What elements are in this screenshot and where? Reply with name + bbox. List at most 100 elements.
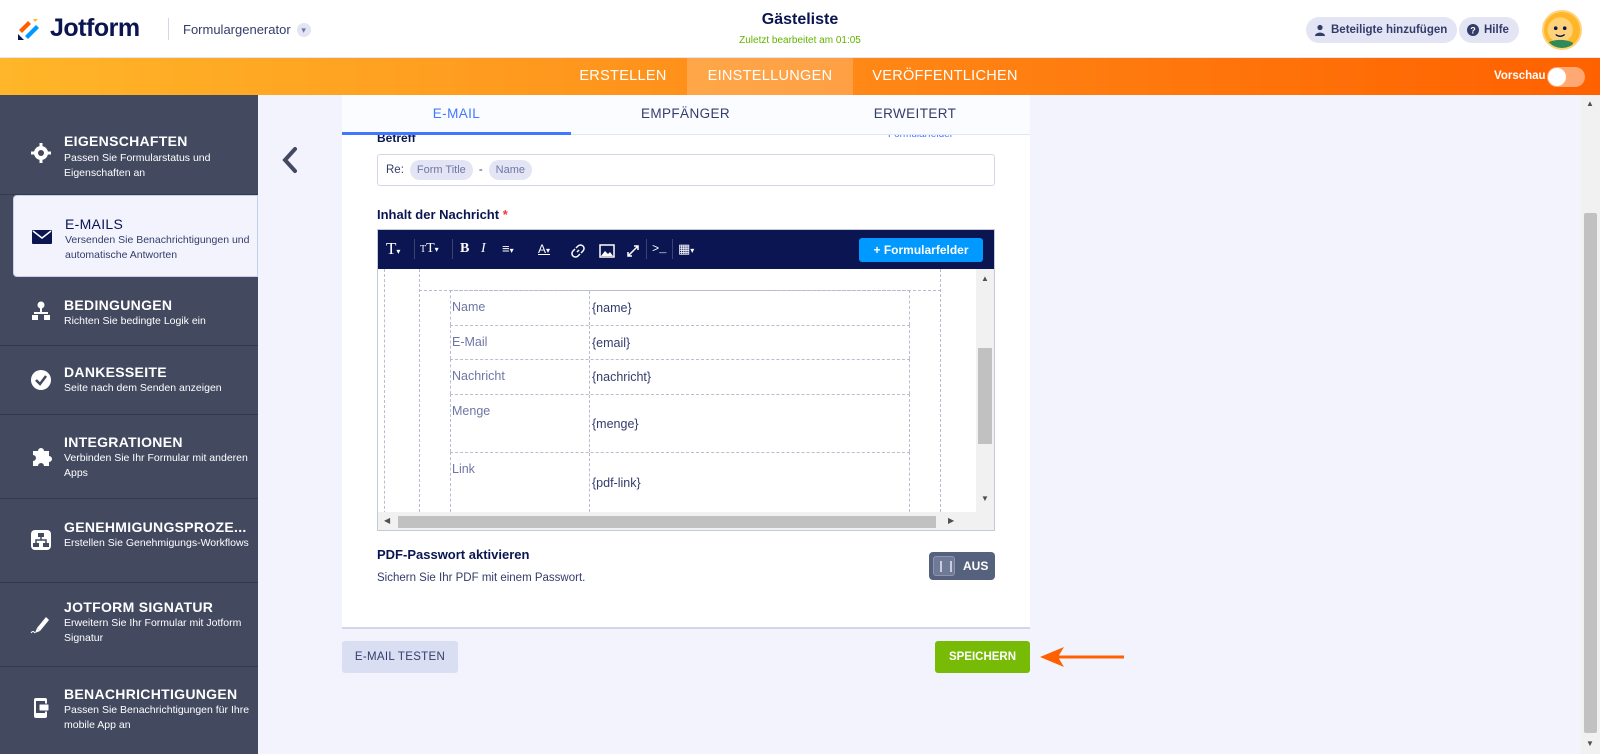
test-email-button[interactable]: E-MAIL TESTEN <box>342 641 458 673</box>
link-icon[interactable] <box>571 242 585 260</box>
user-icon <box>1315 24 1325 36</box>
name-tag[interactable]: Name <box>488 160 532 180</box>
insert-formfields-button[interactable]: + Formularfelder <box>859 238 983 262</box>
subject-separator: - <box>478 164 483 176</box>
scroll-right-icon[interactable]: ▶ <box>948 516 954 525</box>
sidebar-item-title: BENACHRICHTIGUNGEN <box>64 686 238 702</box>
tab-publish[interactable]: VERÖFFENTLICHEN <box>862 58 1028 95</box>
scroll-up-icon[interactable]: ▲ <box>981 274 989 283</box>
row-label: Menge <box>451 395 590 452</box>
email-settings-panel: E-MAIL EMPFÄNGER ERWEITERT Betreff Formu… <box>342 95 1030 629</box>
message-label: Inhalt der Nachricht * <box>377 207 508 222</box>
table-row[interactable]: Menge {menge} <box>450 394 910 452</box>
pdf-password-desc: Sichern Sie Ihr PDF mit einem Passwort. <box>377 572 586 584</box>
bold-icon[interactable]: B <box>460 240 469 258</box>
source-code-icon[interactable]: >_ <box>652 240 666 258</box>
tab-settings[interactable]: EINSTELLUNGEN <box>687 58 853 95</box>
sidebar-item-properties[interactable]: EIGENSCHAFTEN Passen Sie Formularstatus … <box>0 95 258 195</box>
help-icon: ? <box>1467 24 1479 36</box>
scrollbar-thumb[interactable] <box>398 516 936 528</box>
image-icon[interactable] <box>599 242 615 260</box>
sidebar-item-emails[interactable]: E-MAILS Versenden Sie Benachrichtigungen… <box>13 195 258 277</box>
sidebar-item-desc: Seite nach dem Senden anzeigen <box>64 382 222 394</box>
jotform-logo[interactable]: Jotform <box>16 14 140 43</box>
form-title-tag[interactable]: Form Title <box>409 160 473 180</box>
subject-input[interactable]: Re: Form Title - Name <box>377 154 995 186</box>
app-header: Jotform Formulargenerator ▾ Gästeliste Z… <box>0 0 1600 58</box>
row-value: {email} <box>592 335 631 350</box>
editor-content[interactable]: Name {name} E-Mail {email} Nachricht {na… <box>378 269 994 512</box>
pen-icon <box>30 617 49 634</box>
sidebar-item-integrations[interactable]: INTEGRATIONEN Verbinden Sie Ihr Formular… <box>0 415 258 499</box>
font-size-icon[interactable]: TT▾ <box>420 240 439 258</box>
toolbar-divider <box>452 239 453 259</box>
scrollbar-thumb[interactable] <box>978 348 992 444</box>
sidebar-item-notifications[interactable]: BENACHRICHTIGUNGEN Passen Sie Benachrich… <box>0 667 258 754</box>
help-button[interactable]: ? Hilfe <box>1459 17 1519 43</box>
toolbar-divider <box>646 239 647 259</box>
sidebar-item-conditions[interactable]: BEDINGUNGEN Richten Sie bedingte Logik e… <box>0 277 258 346</box>
sidebar-item-desc: Richten Sie bedingte Logik ein <box>64 315 206 327</box>
text-color-icon[interactable]: A▾ <box>538 240 550 258</box>
scroll-up-icon[interactable]: ▲ <box>1586 99 1594 108</box>
avatar[interactable] <box>1542 10 1582 50</box>
row-value: {menge} <box>592 416 639 431</box>
last-edited-status: Zuletzt bearbeitet am 01:05 <box>739 35 861 46</box>
scroll-down-icon[interactable]: ▼ <box>981 494 989 503</box>
mobile-icon <box>34 698 50 718</box>
pdf-password-toggle[interactable]: AUS <box>929 552 995 580</box>
toolbar-divider <box>414 239 415 259</box>
gear-icon <box>31 143 51 163</box>
table-icon[interactable]: ▦▾ <box>678 240 694 258</box>
form-builder-label: Formulargenerator <box>183 22 291 37</box>
message-editor[interactable]: T▾ TT▾ B I ≡▾ A▾ >_ ▦▾ + Formularfelder … <box>377 229 995 531</box>
sidebar-item-desc: Verbinden Sie Ihr Formular mit anderen A… <box>64 452 248 479</box>
row-label: Link <box>451 453 590 512</box>
subtab-email-active[interactable]: E-MAIL <box>342 95 571 135</box>
scroll-down-icon[interactable]: ▼ <box>1586 739 1594 748</box>
table-row[interactable]: Nachricht {nachricht} <box>450 359 910 394</box>
font-family-icon[interactable]: T▾ <box>386 240 400 258</box>
sidebar-item-signature[interactable]: JOTFORM SIGNATUR Erweitern Sie Ihr Formu… <box>0 583 258 667</box>
sidebar-item-title: BEDINGUNGEN <box>64 297 173 313</box>
save-button[interactable]: SPEICHERN <box>935 641 1030 673</box>
scroll-left-icon[interactable]: ◀ <box>384 516 390 525</box>
toolbar-divider <box>672 239 673 259</box>
page-scrollbar[interactable]: ▲ ▼ <box>1581 95 1600 754</box>
help-label: Hilfe <box>1484 24 1509 36</box>
table-row[interactable]: Name {name} <box>450 290 910 325</box>
tab-create[interactable]: ERSTELLEN <box>566 58 680 95</box>
sidebar-item-approvals[interactable]: GENEHMIGUNGSPROZE... Erstellen Sie Geneh… <box>0 499 258 583</box>
sidebar-item-thankyou[interactable]: DANKESSEITE Seite nach dem Senden anzeig… <box>0 346 258 415</box>
form-builder-dropdown[interactable]: Formulargenerator ▾ <box>183 22 311 37</box>
jotform-logo-icon <box>18 18 39 40</box>
back-arrow-icon[interactable] <box>280 146 300 174</box>
sidebar-item-desc: Erstellen Sie Genehmigungs-Workflows <box>64 537 249 549</box>
sidebar-item-title: E-MAILS <box>65 216 124 232</box>
row-label: Name <box>451 291 590 325</box>
builder-nav: ERSTELLEN EINSTELLUNGEN VERÖFFENTLICHEN … <box>0 58 1600 95</box>
italic-icon[interactable]: I <box>481 240 486 258</box>
editor-vertical-scrollbar[interactable]: ▲ ▼ <box>976 269 994 512</box>
row-label: E-Mail <box>451 326 590 359</box>
table-row[interactable]: Link {pdf-link} <box>450 452 910 512</box>
subtab-advanced-label[interactable]: ERWEITERT <box>800 95 1030 135</box>
fullscreen-icon[interactable] <box>626 242 640 260</box>
add-participants-label: Beteiligte hinzufügen <box>1331 24 1448 36</box>
subtab-recipients-label[interactable]: EMPFÄNGER <box>571 95 800 135</box>
preview-toggle[interactable] <box>1547 67 1585 87</box>
align-icon[interactable]: ≡▾ <box>502 240 514 258</box>
row-value: {nachricht} <box>592 370 652 384</box>
toggle-knob <box>933 556 955 576</box>
sidebar-item-desc: Versenden Sie Benachrichtigungen und aut… <box>65 234 250 261</box>
table-row[interactable]: E-Mail {email} <box>450 325 910 359</box>
form-title[interactable]: Gästeliste <box>600 11 1000 29</box>
header-divider <box>168 18 169 40</box>
scrollbar-thumb[interactable] <box>1584 213 1597 733</box>
editor-horizontal-scrollbar[interactable]: ◀ ▶ <box>378 512 994 530</box>
add-participants-button[interactable]: Beteiligte hinzufügen <box>1306 17 1458 43</box>
settings-sidebar: EIGENSCHAFTEN Passen Sie Formularstatus … <box>0 95 258 754</box>
row-value: {name} <box>592 301 632 315</box>
check-circle-icon <box>31 370 51 390</box>
row-value: {pdf-link} <box>592 475 641 490</box>
